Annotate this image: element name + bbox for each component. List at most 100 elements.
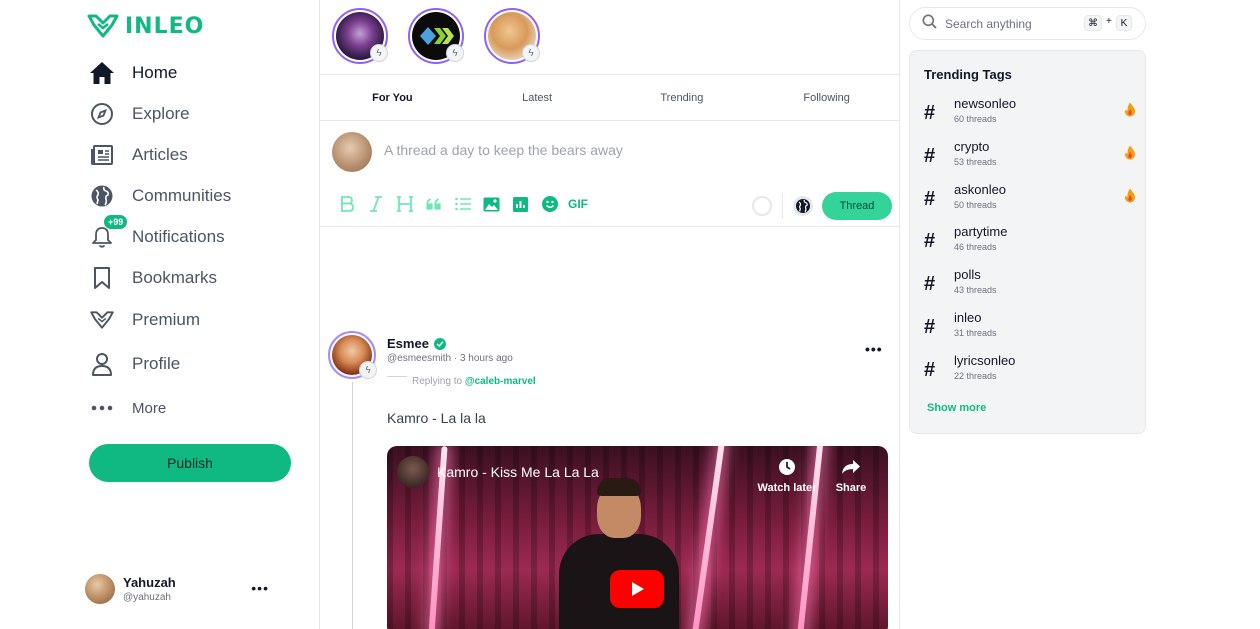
share-label: Share <box>835 482 867 494</box>
show-more-link[interactable]: Show more <box>927 402 986 414</box>
nav-item-more[interactable]: More <box>89 386 231 430</box>
user-menu-dots-icon[interactable]: ••• <box>251 580 269 596</box>
avatar <box>85 574 115 604</box>
gif-button[interactable]: GIF <box>568 197 588 211</box>
story-avatar[interactable]: ϟ <box>332 8 388 64</box>
nav-label-profile: Profile <box>132 354 181 373</box>
brand-name: INLEO <box>125 13 205 39</box>
thread-submit-button[interactable]: Thread <box>822 192 892 220</box>
youtube-embed[interactable]: Kamro - Kiss Me La La La Watch later Sha… <box>387 446 888 629</box>
publish-button[interactable]: Publish <box>89 444 291 482</box>
nav-label-more: More <box>132 399 167 417</box>
story-avatar[interactable]: ϟ <box>408 8 464 64</box>
tab-trending[interactable]: Trending <box>610 75 755 120</box>
list-icon[interactable] <box>448 193 477 215</box>
nav-label-explore: Explore <box>132 103 190 123</box>
thread-connector-line <box>352 382 353 629</box>
nav-item-articles[interactable]: Articles <box>89 134 231 175</box>
fire-icon <box>1124 102 1136 122</box>
fire-icon <box>1124 145 1136 165</box>
trending-tag-item[interactable]: # askonleo 50 threads <box>924 182 1136 216</box>
tab-latest[interactable]: Latest <box>465 75 610 120</box>
nav-item-profile[interactable]: Profile <box>89 342 231 386</box>
tag-name: askonleo <box>954 182 1007 197</box>
replying-to-prefix: Replying to <box>412 376 463 387</box>
trending-tag-item[interactable]: # newsonleo 60 threads <box>924 96 1136 130</box>
current-user-card[interactable]: Yahuzah @yahuzah ••• <box>85 572 275 606</box>
tab-following[interactable]: Following <box>754 75 899 120</box>
tag-name: inleo <box>954 310 982 325</box>
tag-count: 46 threads <box>954 242 997 252</box>
notifications-badge: +99 <box>103 213 129 230</box>
hashtag-icon: # <box>924 102 936 124</box>
search-input[interactable] <box>945 16 1075 31</box>
trending-tag-item[interactable]: # inleo 31 threads <box>924 310 1136 344</box>
verified-check-icon <box>433 337 446 350</box>
video-title[interactable]: Kamro - Kiss Me La La La <box>437 464 599 480</box>
home-icon <box>89 60 115 86</box>
nav-label-premium: Premium <box>132 310 201 329</box>
current-user-name: Yahuzah <box>123 575 176 590</box>
trending-tag-item[interactable]: # partytime 46 threads <box>924 224 1136 258</box>
bookmark-icon <box>89 265 115 291</box>
globe-icon <box>89 183 115 209</box>
shortcut-k-key: K <box>1116 15 1132 31</box>
tab-for-you[interactable]: For You <box>320 75 465 120</box>
channel-avatar[interactable] <box>397 456 429 488</box>
emoji-icon[interactable] <box>535 193 564 215</box>
bell-icon: +99 <box>89 213 129 250</box>
nav-item-premium[interactable]: Premium <box>89 298 231 342</box>
video-neon-light <box>690 446 726 629</box>
nav-item-explore[interactable]: Explore <box>89 93 231 134</box>
trending-tags-title: Trending Tags <box>924 67 1012 82</box>
watch-later-label: Watch later <box>757 482 817 494</box>
heading-icon[interactable] <box>390 193 419 215</box>
nav-item-home[interactable]: Home <box>89 52 231 93</box>
inleo-logo[interactable]: INLEO <box>87 13 204 39</box>
lightning-icon: ϟ <box>522 44 540 62</box>
tag-count: 43 threads <box>954 285 997 295</box>
tag-count: 22 threads <box>954 371 997 381</box>
youtube-play-icon[interactable] <box>610 570 664 608</box>
nav-item-bookmarks[interactable]: Bookmarks <box>89 257 231 298</box>
italic-icon[interactable] <box>361 193 390 215</box>
nav-item-communities[interactable]: Communities <box>89 175 231 216</box>
nav-item-notifications[interactable]: +99 Notifications <box>89 213 231 257</box>
tag-count: 53 threads <box>954 157 997 167</box>
bold-icon[interactable] <box>332 193 361 215</box>
post-body: Kamro - La la la <box>387 410 486 426</box>
share-button[interactable]: Share <box>821 456 881 494</box>
thread-input[interactable] <box>384 142 864 158</box>
nav-label-notifications: Notifications <box>132 226 225 246</box>
hashtag-icon: # <box>924 273 936 295</box>
trending-tag-item[interactable]: # polls 43 threads <box>924 267 1136 301</box>
avatar[interactable]: ϟ <box>328 331 377 379</box>
post-author-name[interactable]: Esmee <box>387 336 429 351</box>
composer-toolbar: GIF <box>332 193 588 215</box>
tag-count: 50 threads <box>954 200 997 210</box>
video-header: Kamro - Kiss Me La La La <box>397 456 599 488</box>
post-options-dots-icon[interactable]: ••• <box>865 341 883 357</box>
nav-label-communities: Communities <box>132 185 232 205</box>
hashtag-icon: # <box>924 145 936 167</box>
character-count-ring <box>752 196 772 216</box>
image-icon[interactable] <box>477 193 506 215</box>
quote-icon[interactable] <box>419 193 448 215</box>
trending-tag-item[interactable]: # lyricsonleo 22 threads <box>924 353 1136 387</box>
newspaper-icon <box>89 142 115 168</box>
hashtag-icon: # <box>924 188 936 210</box>
story-avatar[interactable]: ϟ <box>484 8 540 64</box>
language-globe-icon[interactable] <box>793 196 813 216</box>
trending-tag-item[interactable]: # crypto 53 threads <box>924 139 1136 173</box>
lightning-icon: ϟ <box>446 44 464 62</box>
dots-icon <box>89 395 115 421</box>
poll-icon[interactable] <box>506 193 535 215</box>
avatar <box>332 132 372 172</box>
replying-to-mention[interactable]: @caleb-marvel <box>465 376 536 387</box>
post-author: Esmee <box>387 336 446 351</box>
tag-count: 60 threads <box>954 114 997 124</box>
search-icon <box>922 14 937 34</box>
shortcut-plus: + <box>1106 16 1112 27</box>
compass-icon <box>89 101 115 127</box>
watch-later-button[interactable]: Watch later <box>757 456 817 494</box>
